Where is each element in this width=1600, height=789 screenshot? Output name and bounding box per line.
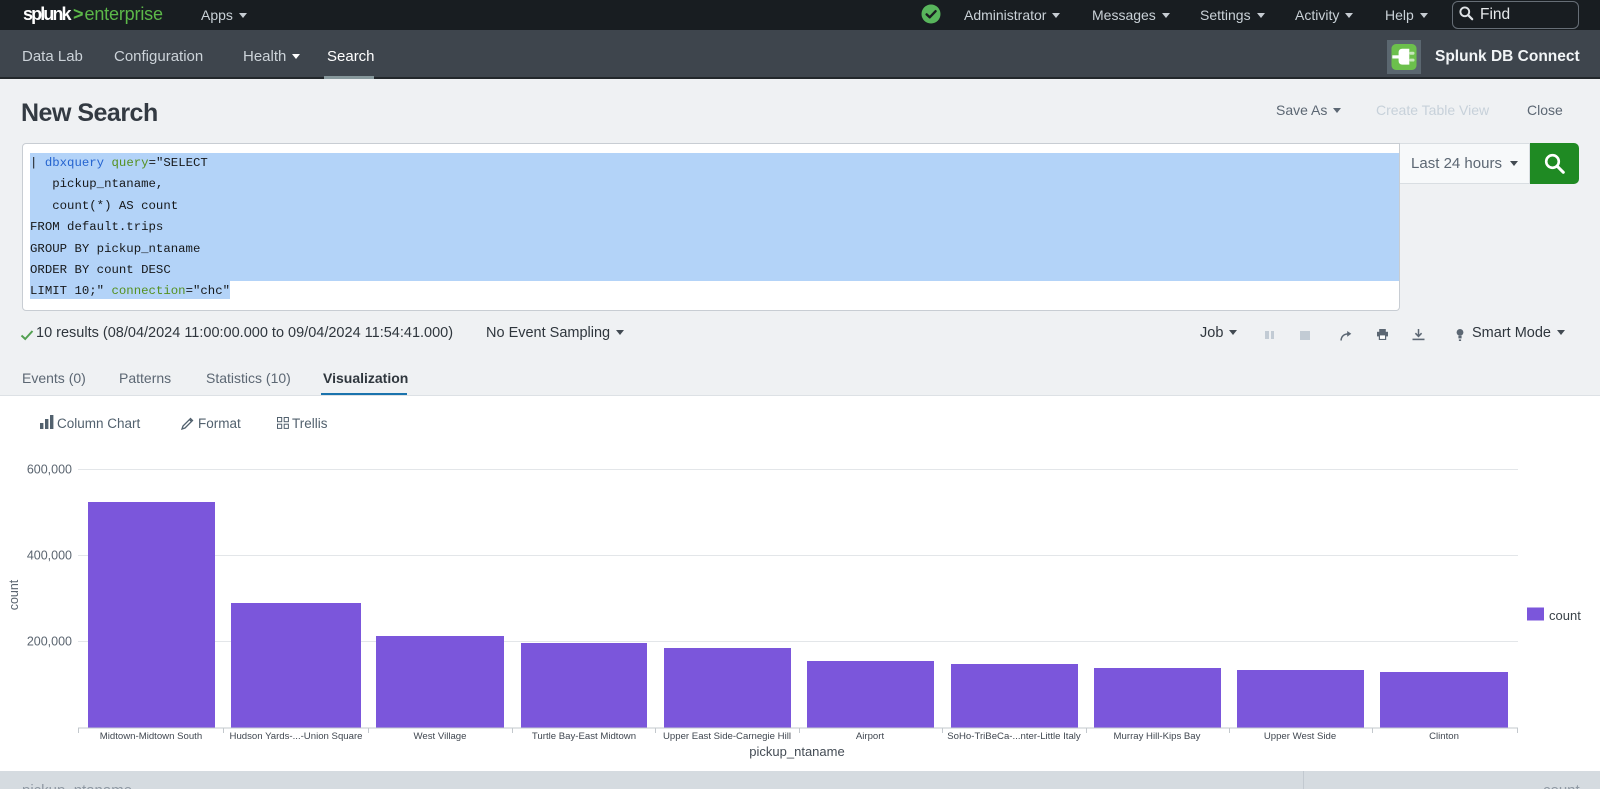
svg-text:Midtown-Midtown South: Midtown-Midtown South (100, 731, 202, 742)
svg-text:Murray Hill-Kips Bay: Murray Hill-Kips Bay (1114, 731, 1201, 742)
svg-text:enterprise: enterprise (85, 4, 164, 24)
svg-text:>: > (73, 4, 84, 24)
svg-text:count: count (7, 579, 21, 610)
svg-text:West Village: West Village (414, 731, 467, 742)
svg-text:splunk: splunk (23, 4, 72, 24)
svg-text:600,000: 600,000 (27, 463, 72, 477)
svg-text:Clinton: Clinton (1429, 731, 1459, 742)
svg-text:Airport: Airport (856, 731, 885, 742)
svg-text:200,000: 200,000 (27, 635, 72, 649)
svg-text:pickup_ntaname: pickup_ntaname (749, 744, 844, 759)
svg-text:400,000: 400,000 (27, 549, 72, 563)
svg-text:Upper West Side: Upper West Side (1264, 731, 1336, 742)
svg-text:Upper East Side-Carnegie Hill: Upper East Side-Carnegie Hill (663, 731, 791, 742)
svg-text:SoHo-TriBeCa-...nter-Little It: SoHo-TriBeCa-...nter-Little Italy (947, 731, 1081, 742)
svg-text:count: count (1549, 608, 1581, 623)
svg-text:Hudson Yards-...-Union Square: Hudson Yards-...-Union Square (230, 731, 363, 742)
svg-text:Turtle Bay-East Midtown: Turtle Bay-East Midtown (532, 731, 636, 742)
